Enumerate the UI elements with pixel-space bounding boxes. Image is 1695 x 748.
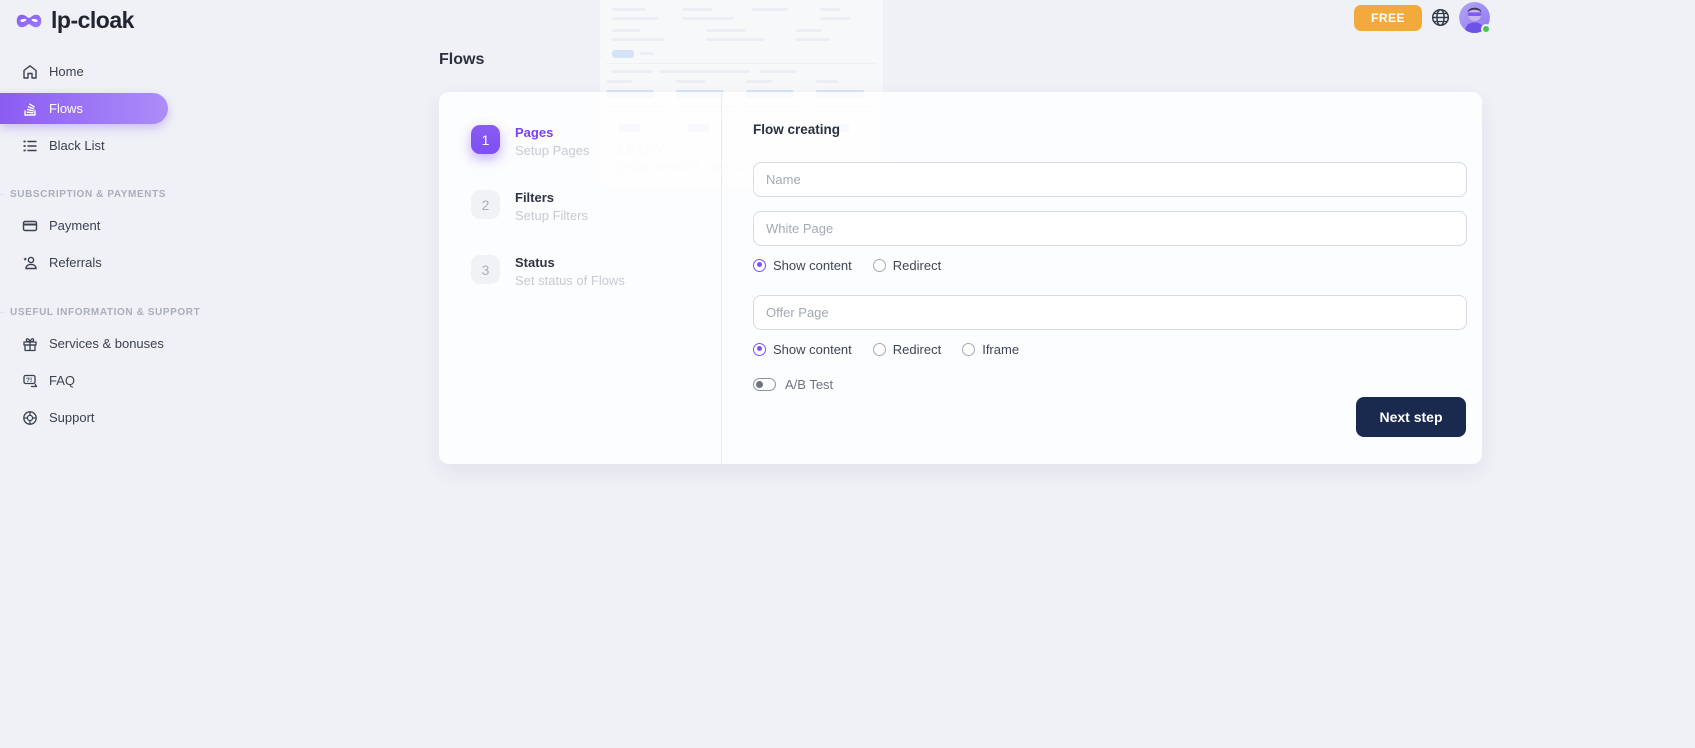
sidebar-item-faq[interactable]: ?! FAQ xyxy=(0,365,182,396)
sidebar-item-label: FAQ xyxy=(49,373,75,388)
form-title: Flow creating xyxy=(753,122,1467,137)
mask-logo-icon xyxy=(15,11,43,31)
step-number: 2 xyxy=(471,190,500,219)
wizard-step-status[interactable]: 3 Status Set status of Flows xyxy=(471,255,711,288)
sidebar-item-home[interactable]: Home xyxy=(0,56,182,87)
step-number: 3 xyxy=(471,255,500,284)
sidebar-item-label: Home xyxy=(49,64,84,79)
sidebar-item-black-list[interactable]: Black List xyxy=(0,130,182,161)
sidebar-item-support[interactable]: Support xyxy=(0,402,182,433)
toggle-switch-icon xyxy=(753,378,776,391)
referral-user-icon xyxy=(21,254,38,271)
sidebar-item-label: Black List xyxy=(49,138,105,153)
gift-icon xyxy=(21,335,38,352)
sidebar-item-label: Flows xyxy=(49,101,83,116)
online-status-dot xyxy=(1481,24,1491,34)
topbar-actions: FREE xyxy=(1354,2,1490,33)
user-avatar[interactable] xyxy=(1459,2,1490,33)
step-title: Status xyxy=(515,255,625,270)
sidebar-item-flows[interactable]: Flows xyxy=(0,93,168,124)
sidebar-item-label: Referrals xyxy=(49,255,102,270)
sidebar-item-referrals[interactable]: Referrals xyxy=(0,247,182,278)
next-step-button[interactable]: Next step xyxy=(1356,397,1466,437)
radio-dot-icon xyxy=(753,343,766,356)
app-logo[interactable]: lp-cloak xyxy=(0,0,182,34)
language-globe-icon[interactable] xyxy=(1431,8,1450,27)
flows-icon xyxy=(21,100,38,117)
offer-page-mode-options: Show content Redirect Iframe xyxy=(753,341,1467,357)
offer-page-input[interactable] xyxy=(753,295,1467,330)
step-title: Filters xyxy=(515,190,588,205)
offer-redirect-radio[interactable]: Redirect xyxy=(873,342,941,357)
section-label-support: USEFUL INFORMATION & SUPPORT xyxy=(0,307,182,318)
wizard-step-filters[interactable]: 2 Filters Setup Filters xyxy=(471,190,711,223)
faq-bubble-icon: ?! xyxy=(21,372,38,389)
step-subtitle: Setup Filters xyxy=(515,208,588,223)
offer-show-content-radio[interactable]: Show content xyxy=(753,342,852,357)
plan-badge[interactable]: FREE xyxy=(1354,5,1422,31)
sidebar: lp-cloak Home Flows Black List SUBSCRIPT… xyxy=(0,0,182,748)
white-page-mode-options: Show content Redirect xyxy=(753,257,1467,273)
white-show-content-radio[interactable]: Show content xyxy=(753,258,852,273)
step-subtitle: Set status of Flows xyxy=(515,273,625,288)
flow-name-input[interactable] xyxy=(753,162,1467,197)
white-page-input[interactable] xyxy=(753,211,1467,246)
sidebar-nav: Home Flows Black List SUBSCRIPTION & PAY… xyxy=(0,56,182,439)
offer-iframe-radio[interactable]: Iframe xyxy=(962,342,1019,357)
sidebar-item-services[interactable]: Services & bonuses xyxy=(0,328,182,359)
step-subtitle: Setup Pages xyxy=(515,143,589,158)
flow-creating-panel: 1 Pages Setup Pages 2 Filters Setup Filt… xyxy=(439,92,1482,464)
sidebar-item-label: Support xyxy=(49,410,95,425)
sidebar-item-label: Payment xyxy=(49,218,100,233)
section-label-subscription: SUBSCRIPTION & PAYMENTS xyxy=(0,189,182,200)
sidebar-item-label: Services & bonuses xyxy=(49,336,164,351)
radio-dot-icon xyxy=(962,343,975,356)
list-icon xyxy=(21,137,38,154)
ab-test-toggle[interactable]: A/B Test xyxy=(753,377,1467,392)
sidebar-item-payment[interactable]: Payment xyxy=(0,210,182,241)
page-title: Flows xyxy=(439,51,484,69)
credit-card-icon xyxy=(21,217,38,234)
ab-test-label: A/B Test xyxy=(785,377,833,392)
lifebuoy-icon xyxy=(21,409,38,426)
svg-text:?!: ?! xyxy=(26,377,32,384)
wizard-steps: 1 Pages Setup Pages 2 Filters Setup Filt… xyxy=(471,125,711,320)
step-number: 1 xyxy=(471,125,500,154)
home-icon xyxy=(21,63,38,80)
wizard-step-pages[interactable]: 1 Pages Setup Pages xyxy=(471,125,711,158)
panel-divider xyxy=(721,92,722,464)
radio-dot-icon xyxy=(873,343,886,356)
radio-dot-icon xyxy=(873,259,886,272)
flow-creating-form: Flow creating Show content Redirect Show… xyxy=(753,122,1467,392)
radio-dot-icon xyxy=(753,259,766,272)
white-redirect-radio[interactable]: Redirect xyxy=(873,258,941,273)
logo-text: lp-cloak xyxy=(51,7,134,34)
step-title: Pages xyxy=(515,125,589,140)
